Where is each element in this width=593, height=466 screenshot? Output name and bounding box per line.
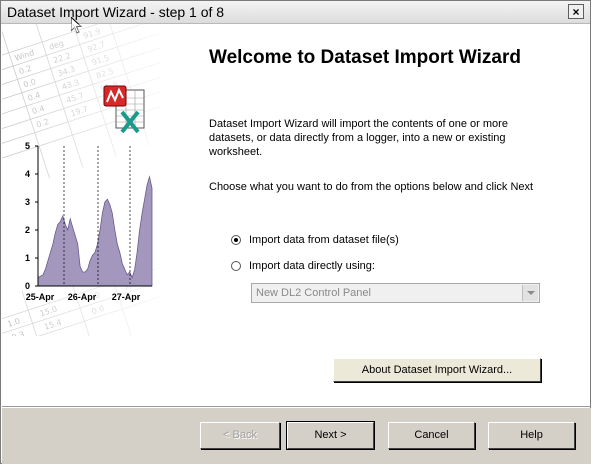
- illustration-x-tick-label: 27-Apr: [112, 292, 141, 302]
- device-select: New DL2 Control Panel: [251, 283, 540, 303]
- illustration-y-tick-label: 0: [25, 281, 30, 291]
- window-title: Dataset Import Wizard - step 1 of 8: [7, 4, 225, 20]
- illustration-y-tick-label: 5: [25, 142, 30, 151]
- next-button[interactable]: Next >: [286, 421, 375, 450]
- page-title: Welcome to Dataset Import Wizard: [209, 47, 521, 68]
- import-file-option[interactable]: Import data from dataset file(s): [231, 234, 399, 246]
- wizard-window: Dataset Import Wizard - step 1 of 8 × 0 …: [0, 0, 591, 464]
- import-direct-label: Import data directly using:: [249, 260, 375, 272]
- close-button[interactable]: ×: [568, 4, 584, 19]
- instruction-text: Choose what you want to do from the opti…: [209, 181, 534, 193]
- illustration-chart: 0 1 2 3 4 5 25-Apr 26-Apr 27-Apr: [25, 142, 153, 302]
- help-button[interactable]: Help: [488, 422, 575, 449]
- import-file-label: Import data from dataset file(s): [249, 234, 399, 246]
- import-direct-option[interactable]: Import data directly using:: [231, 260, 375, 272]
- illustration-x-tick-label: 25-Apr: [26, 292, 55, 302]
- illustration-y-tick-label: 1: [25, 253, 30, 263]
- intro-text: Dataset Import Wizard will import the co…: [209, 118, 508, 158]
- illustration-y-tick-label: 4: [25, 169, 30, 179]
- illustration-y-tick-label: 3: [25, 197, 30, 207]
- dataset-import-icon: [103, 85, 145, 134]
- illustration-x-tick-label: 26-Apr: [68, 292, 97, 302]
- about-wizard-button[interactable]: About Dataset Import Wizard...: [333, 358, 541, 382]
- back-button: < Back: [200, 422, 280, 449]
- cancel-button[interactable]: Cancel: [388, 422, 475, 449]
- wizard-illustration: Winddeg91.9 0.222.292.7 0.034.391.5 0.44…: [2, 24, 160, 336]
- import-direct-radio[interactable]: [231, 261, 241, 271]
- device-select-value: New DL2 Control Panel: [256, 287, 371, 299]
- illustration-y-tick-label: 2: [25, 225, 30, 235]
- chevron-down-icon: [522, 285, 538, 301]
- import-file-radio[interactable]: [231, 235, 241, 245]
- illustration-area: [37, 175, 153, 287]
- title-bar[interactable]: Dataset Import Wizard - step 1 of 8 ×: [1, 1, 590, 24]
